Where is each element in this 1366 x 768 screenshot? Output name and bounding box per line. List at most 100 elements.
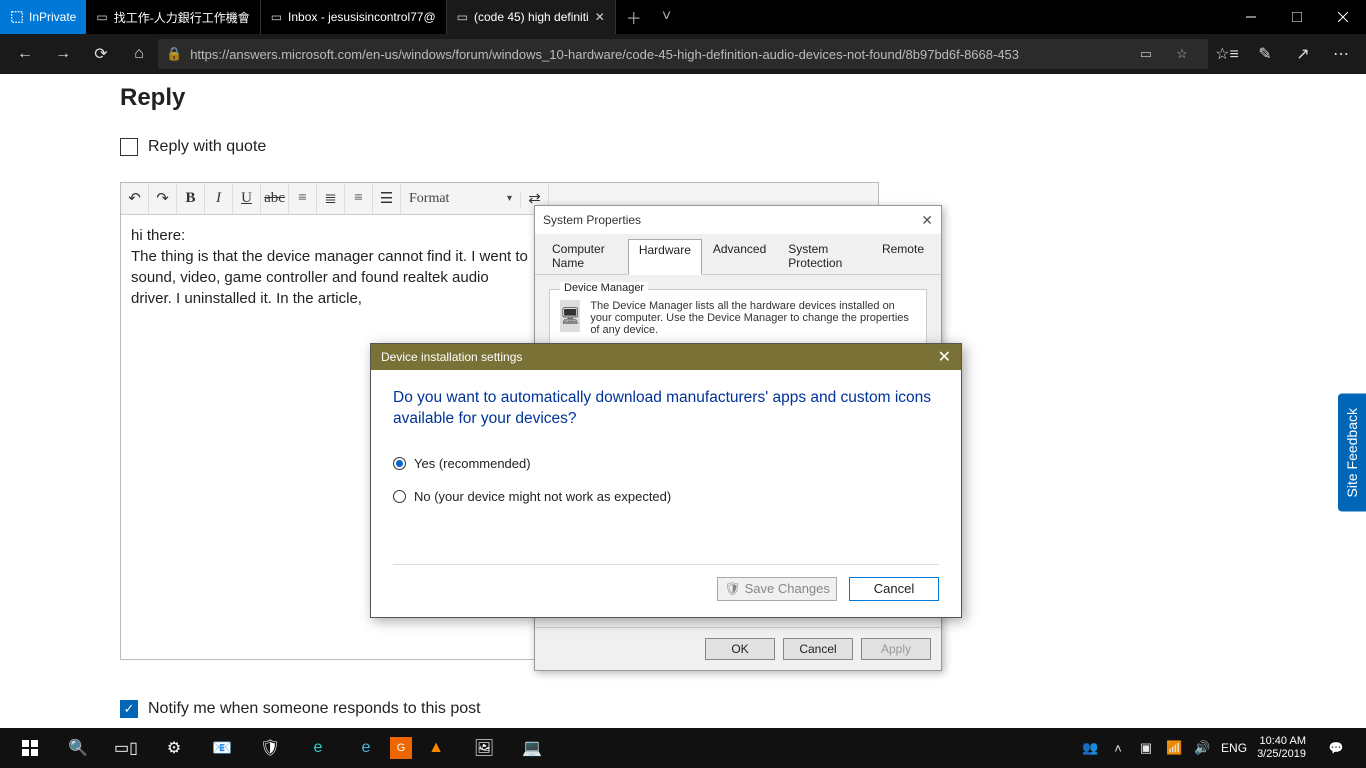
tab-label: (code 45) high definiti bbox=[474, 10, 589, 24]
battery-icon[interactable]: ▣ bbox=[1137, 740, 1155, 756]
taskbar: 🔍 ▭▯ ⚙ 📧 🛡 e e G ▲ 🖼 💻 👥 ˄ ▣ 📶 🔊 ENG 10:… bbox=[0, 728, 1366, 768]
gom-icon[interactable]: G bbox=[390, 737, 412, 759]
device-manager-icon: 🖥 bbox=[560, 300, 580, 332]
date-text: 3/25/2019 bbox=[1257, 748, 1306, 761]
minimize-button[interactable] bbox=[1228, 0, 1274, 34]
refresh-button[interactable]: ⟳ bbox=[82, 34, 120, 74]
edge-icon[interactable]: e bbox=[294, 728, 342, 768]
radio-icon[interactable] bbox=[393, 490, 406, 503]
tabs-overflow-button[interactable]: ˅ bbox=[652, 0, 681, 34]
people-icon[interactable]: 👥 bbox=[1081, 740, 1099, 756]
favorite-star-icon[interactable]: ☆ bbox=[1164, 46, 1200, 62]
window-controls bbox=[1228, 0, 1366, 34]
system-properties-buttons: OK Cancel Apply bbox=[535, 627, 941, 670]
device-installation-buttons: 🛡 Save Changes Cancel bbox=[371, 565, 961, 617]
tab-system-protection[interactable]: System Protection bbox=[777, 238, 871, 274]
editor-line: The thing is that the device manager can… bbox=[131, 246, 531, 309]
notify-row[interactable]: ✓ Notify me when someone responds to thi… bbox=[120, 700, 1246, 718]
ie-icon[interactable]: e bbox=[342, 728, 390, 768]
start-button[interactable] bbox=[6, 728, 54, 768]
cancel-button[interactable]: Cancel bbox=[783, 638, 853, 660]
italic-button[interactable]: I bbox=[205, 184, 233, 214]
lock-icon: 🔒 bbox=[166, 46, 182, 62]
align-left-button[interactable]: ≡ bbox=[289, 184, 317, 214]
system-tray: 👥 ˄ ▣ 📶 🔊 ENG 10:40 AM 3/25/2019 💬 bbox=[1081, 728, 1360, 768]
undo-button[interactable]: ↶ bbox=[121, 184, 149, 214]
volume-icon[interactable]: 🔊 bbox=[1193, 740, 1211, 756]
radio-label: Yes (recommended) bbox=[414, 456, 531, 471]
align-right-button[interactable]: ≡ bbox=[345, 184, 373, 214]
reply-with-quote-row[interactable]: Reply with quote bbox=[120, 138, 1246, 156]
tab-label: Inbox - jesusisincontrol77@ bbox=[288, 10, 436, 24]
close-icon[interactable]: ✕ bbox=[938, 347, 951, 367]
language-indicator[interactable]: ENG bbox=[1221, 741, 1247, 755]
notify-checkbox[interactable]: ✓ bbox=[120, 700, 138, 718]
tab-2[interactable]: ▭(code 45) high definiti✕ bbox=[447, 0, 616, 34]
underline-button[interactable]: U bbox=[233, 184, 261, 214]
page-content: Reply Reply with quote ↶ ↷ B I U abc ≡ ≣… bbox=[0, 74, 1366, 728]
device-installation-body: Do you want to automatically download ma… bbox=[371, 370, 961, 504]
radio-icon[interactable] bbox=[393, 457, 406, 470]
tab-1[interactable]: ▭Inbox - jesusisincontrol77@ bbox=[261, 0, 447, 34]
share-icon[interactable]: ↗ bbox=[1284, 34, 1322, 74]
url-text: https://answers.microsoft.com/en-us/wind… bbox=[190, 47, 1128, 62]
task-view-button[interactable]: ▭▯ bbox=[102, 728, 150, 768]
search-button[interactable]: 🔍 bbox=[54, 728, 102, 768]
tab-advanced[interactable]: Advanced bbox=[702, 238, 777, 274]
inprivate-icon bbox=[10, 10, 24, 24]
ok-button[interactable]: OK bbox=[705, 638, 775, 660]
reply-with-quote-checkbox[interactable] bbox=[120, 138, 138, 156]
site-feedback-tab[interactable]: Site Feedback bbox=[1338, 394, 1366, 512]
action-center-icon[interactable]: 💬 bbox=[1316, 728, 1356, 768]
close-button[interactable] bbox=[1320, 0, 1366, 34]
app-icon-2[interactable]: 💻 bbox=[508, 728, 556, 768]
notes-icon[interactable]: ✎ bbox=[1246, 34, 1284, 74]
tab-remote[interactable]: Remote bbox=[871, 238, 935, 274]
radio-no[interactable]: No (your device might not work as expect… bbox=[393, 489, 939, 504]
app-icon[interactable]: 🖼 bbox=[460, 728, 508, 768]
security-icon[interactable]: 🛡 bbox=[246, 728, 294, 768]
tab-label: 找工作-人力銀行工作機會 bbox=[114, 9, 250, 26]
clock[interactable]: 10:40 AM 3/25/2019 bbox=[1257, 735, 1306, 760]
system-properties-titlebar[interactable]: System Properties ✕ bbox=[535, 206, 941, 234]
bullet-list-button[interactable]: ☰ bbox=[373, 184, 401, 214]
forward-button[interactable]: → bbox=[44, 34, 82, 74]
device-installation-titlebar[interactable]: Device installation settings ✕ bbox=[371, 344, 961, 370]
maximize-button[interactable] bbox=[1274, 0, 1320, 34]
inprivate-badge: InPrivate bbox=[0, 0, 86, 34]
apply-button[interactable]: Apply bbox=[861, 638, 931, 660]
vlc-icon[interactable]: ▲ bbox=[412, 728, 460, 768]
bold-button[interactable]: B bbox=[177, 184, 205, 214]
reading-view-icon[interactable]: ▭ bbox=[1128, 46, 1164, 62]
close-icon[interactable]: ✕ bbox=[921, 212, 933, 229]
strikethrough-button[interactable]: abc bbox=[261, 184, 289, 214]
chevron-up-icon[interactable]: ˄ bbox=[1109, 741, 1127, 756]
more-icon[interactable]: ⋯ bbox=[1322, 34, 1360, 74]
wifi-icon[interactable]: 📶 bbox=[1165, 740, 1183, 756]
back-button[interactable]: ← bbox=[6, 34, 44, 74]
address-bar[interactable]: 🔒 https://answers.microsoft.com/en-us/wi… bbox=[158, 39, 1208, 69]
favorites-hub-icon[interactable]: ☆≡ bbox=[1208, 34, 1246, 74]
save-changes-button[interactable]: 🛡 Save Changes bbox=[717, 577, 837, 601]
browser-chrome: InPrivate ▭找工作-人力銀行工作機會 ▭Inbox - jesusis… bbox=[0, 0, 1366, 74]
tab-computer-name[interactable]: Computer Name bbox=[541, 238, 628, 274]
mail-icon[interactable]: 📧 bbox=[198, 728, 246, 768]
device-installation-dialog: Device installation settings ✕ Do you wa… bbox=[370, 343, 962, 618]
tab-bar: InPrivate ▭ 找工作-人力銀行工作機會 ▭Inbox - jesusis… bbox=[0, 0, 1366, 34]
dialog-title: System Properties bbox=[543, 213, 641, 227]
device-manager-text: The Device Manager lists all the hardwar… bbox=[590, 300, 916, 336]
close-icon[interactable]: ✕ bbox=[595, 10, 605, 24]
format-select[interactable]: Format bbox=[401, 191, 521, 207]
redo-button[interactable]: ↷ bbox=[149, 184, 177, 214]
home-button[interactable]: ⌂ bbox=[120, 34, 158, 74]
tab-hardware[interactable]: Hardware bbox=[628, 239, 702, 275]
tab-0[interactable]: ▭ 找工作-人力銀行工作機會 bbox=[86, 0, 260, 34]
settings-icon[interactable]: ⚙ bbox=[150, 728, 198, 768]
radio-yes[interactable]: Yes (recommended) bbox=[393, 456, 939, 471]
inprivate-label: InPrivate bbox=[29, 10, 76, 24]
align-center-button[interactable]: ≣ bbox=[317, 184, 345, 214]
new-tab-button[interactable]: ＋ bbox=[616, 0, 652, 34]
dialog-title: Device installation settings bbox=[381, 350, 522, 364]
tab-page-icon: ▭ bbox=[96, 10, 107, 24]
cancel-button[interactable]: Cancel bbox=[849, 577, 939, 601]
